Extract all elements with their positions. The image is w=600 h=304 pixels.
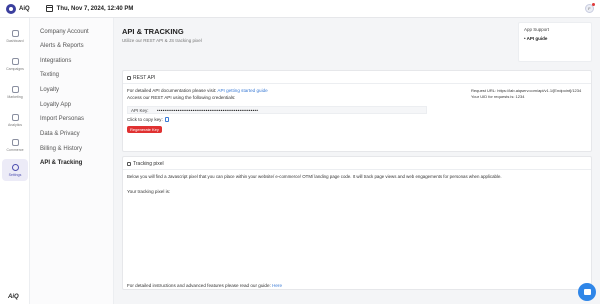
copy-key-row: Click to copy key: — [127, 117, 169, 123]
divider — [123, 169, 591, 170]
copy-icon[interactable] — [164, 117, 169, 123]
rail-label: Analytics — [7, 122, 22, 127]
logo-icon[interactable] — [6, 3, 16, 14]
key-icon — [127, 76, 131, 80]
rest-api-title: REST API — [133, 75, 156, 81]
api-doc-link[interactable]: API getting started guide — [217, 88, 267, 93]
home-icon — [11, 29, 19, 37]
tracking-footer: For detailed instructions and advanced f… — [127, 283, 282, 288]
api-key-label: API Key: — [131, 107, 149, 113]
rail-label: Dashboard — [6, 38, 24, 43]
rail-item-settings[interactable]: Settings — [2, 159, 28, 181]
tracking-title: Tracking pixel — [133, 161, 164, 167]
divider — [123, 83, 591, 84]
api-doc-text: For detailed API documentation please vi… — [127, 88, 217, 93]
rail-label: Settings — [8, 172, 22, 177]
gear-icon — [11, 163, 19, 171]
tracking-pixel-card: Tracking pixel Below you will find a Jav… — [122, 156, 592, 290]
regenerate-key-button[interactable]: Regenerate Key — [127, 126, 162, 133]
code-icon — [127, 162, 131, 166]
page-title: API & TRACKING — [122, 27, 184, 36]
support-link-api-guide[interactable]: • API guide — [524, 36, 547, 41]
rail-item-dashboard[interactable]: Dashboard — [2, 25, 28, 47]
api-key-field[interactable]: API Key: •••••••••••••••••••••••••••••••… — [127, 106, 427, 114]
rail-label: Campaigns — [6, 66, 24, 71]
commerce-icon — [11, 138, 19, 146]
copy-key-text: Click to copy key: — [127, 117, 163, 122]
brand-name: AiQ — [19, 5, 30, 12]
subnav-integrations[interactable]: Integrations — [40, 58, 71, 64]
rest-api-card: REST API For detailed API documentation … — [122, 70, 592, 152]
subnav-billing-history[interactable]: Billing & History — [40, 146, 82, 152]
api-key-value: ••••••••••••••••••••••••••••••••••••••••… — [157, 107, 259, 113]
app-support-panel: App Support • API guide — [518, 22, 592, 62]
chat-support-button[interactable] — [578, 283, 596, 301]
subnav-import-personas[interactable]: Import Personas — [40, 116, 84, 122]
subnav-alerts-reports[interactable]: Alerts & Reports — [40, 43, 84, 49]
main-content: API & TRACKING Utilize our REST API & JS… — [114, 18, 600, 304]
footer-logo: AiQ — [8, 294, 19, 300]
rail-item-analytics[interactable]: Analytics — [2, 109, 28, 131]
subnav-data-privacy[interactable]: Data & Privacy — [40, 131, 80, 137]
rest-api-header: REST API — [127, 75, 155, 81]
rail-item-marketing[interactable]: Marketing — [2, 81, 28, 103]
rail-item-campaigns[interactable]: Campaigns — [2, 53, 28, 75]
top-bar: AiQ Thu, Nov 7, 2024, 12:40 PM F — [0, 0, 600, 18]
subnav-loyalty-app[interactable]: Loyalty App — [40, 102, 71, 108]
chat-icon — [583, 289, 591, 295]
rail-label: Commerce — [6, 147, 24, 152]
rail-label: Marketing — [7, 94, 23, 99]
tracking-header: Tracking pixel — [127, 161, 164, 167]
api-access-text: Access our REST API using the following … — [127, 95, 236, 100]
icon-rail: Dashboard Campaigns Marketing Analytics … — [0, 18, 30, 304]
analytics-icon — [11, 113, 19, 121]
current-date: Thu, Nov 7, 2024, 12:40 PM — [56, 5, 134, 12]
subnav-loyalty[interactable]: Loyalty — [40, 87, 59, 93]
api-doc-line: For detailed API documentation please vi… — [127, 88, 268, 93]
rail-item-commerce[interactable]: Commerce — [2, 134, 28, 156]
subnav-texting[interactable]: Texting — [40, 72, 59, 78]
marketing-icon — [11, 85, 19, 93]
uid-text: Your UID for requests is: 1234 — [471, 94, 525, 99]
tracking-pixel-label: Your tracking pixel is: — [127, 189, 171, 194]
settings-subnav: Company Account Alerts & Reports Integra… — [30, 18, 114, 304]
date-display: Thu, Nov 7, 2024, 12:40 PM — [45, 5, 134, 12]
subnav-company-account[interactable]: Company Account — [40, 29, 89, 35]
page-subtitle: Utilize our REST API & JS tracking pixel — [122, 38, 202, 43]
request-url: Request URL: https://lab.aiqserv.com/api… — [471, 88, 582, 93]
support-title: App Support — [524, 27, 550, 32]
support-item-label: API guide — [526, 36, 548, 41]
notification-dot — [592, 3, 595, 6]
subnav-api-tracking[interactable]: API & Tracking — [40, 160, 82, 166]
campaign-icon — [11, 57, 19, 65]
tracking-intro: Below you will find a Javascript pixel t… — [127, 174, 502, 179]
calendar-icon — [45, 5, 53, 12]
tracking-guide-link[interactable]: Here — [272, 283, 282, 288]
tracking-footer-text: For detailed instructions and advanced f… — [127, 283, 271, 288]
